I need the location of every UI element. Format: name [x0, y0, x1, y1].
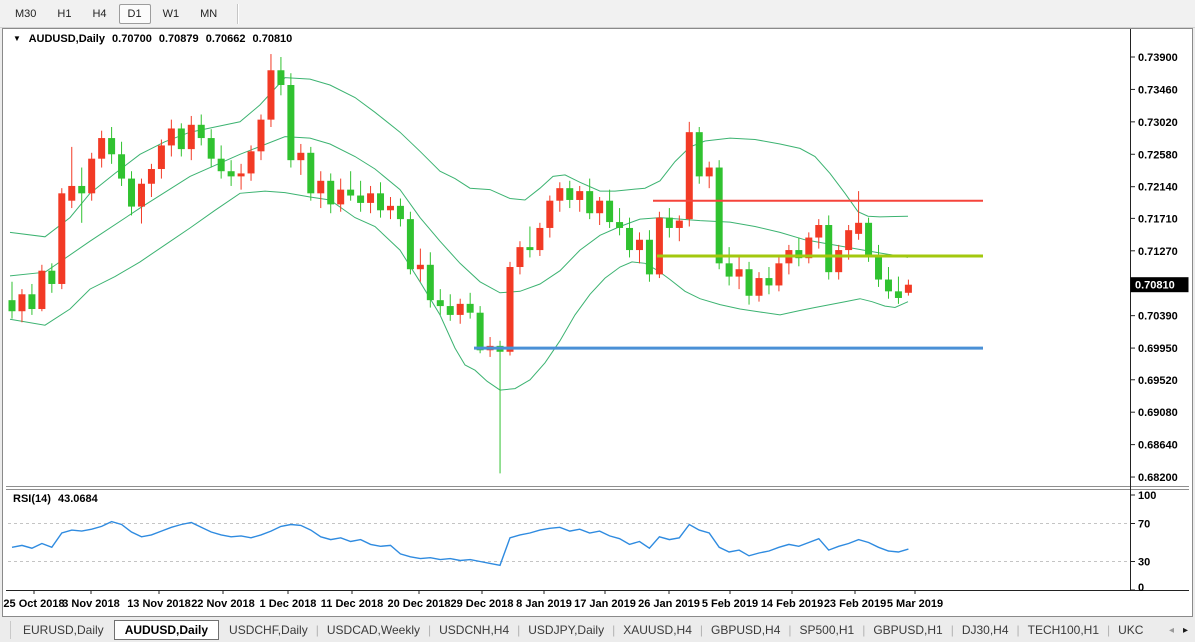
svg-text:0.71270: 0.71270: [1138, 246, 1178, 258]
svg-text:0.68200: 0.68200: [1138, 472, 1178, 484]
svg-text:14 Feb 2019: 14 Feb 2019: [761, 598, 823, 610]
bar-close-value: 0.70810: [253, 33, 293, 45]
svg-text:0.72140: 0.72140: [1138, 182, 1178, 194]
chart-canvas[interactable]: 0.73900 0.73460 0.73020 0.72580 0.72140 0.717…: [0, 0, 1195, 642]
svg-text:0.73900: 0.73900: [1138, 52, 1178, 64]
svg-text:0.73020: 0.73020: [1138, 117, 1178, 129]
rsi-current-value: 43.0684: [58, 493, 98, 505]
svg-text:23 Feb 2019: 23 Feb 2019: [824, 598, 886, 610]
svg-text:1 Dec 2018: 1 Dec 2018: [260, 598, 317, 610]
tab-usdcnh-h4[interactable]: USDCNH,H4: [431, 621, 517, 639]
tab-gbpusd-h4[interactable]: GBPUSD,H4: [703, 621, 788, 639]
tab-usdjpy-daily[interactable]: USDJPY,Daily: [520, 621, 612, 639]
svg-text:13 Nov 2018: 13 Nov 2018: [127, 598, 191, 610]
svg-text:17 Jan 2019: 17 Jan 2019: [574, 598, 636, 610]
time-scale[interactable]: 25 Oct 20183 Nov 2018 13 Nov 201822 Nov 2…: [3, 590, 943, 610]
bar-high-value: 0.70879: [159, 33, 199, 45]
chart-title: ▼ AUDUSD,Daily 0.70700 0.70879 0.70662 0…: [13, 33, 296, 45]
chart-tabs: EURUSD,DailyAUDUSD,DailyUSDCHF,Daily|USD…: [0, 618, 1195, 642]
tabbar-gutter: [2, 621, 11, 639]
tab-usdchf-daily[interactable]: USDCHF,Daily: [221, 621, 316, 639]
tab-dj30-h4[interactable]: DJ30,H4: [954, 621, 1017, 639]
svg-text:0.73460: 0.73460: [1138, 84, 1178, 96]
tab-usdcad-weekly[interactable]: USDCAD,Weekly: [319, 621, 428, 639]
chart-collapse-icon[interactable]: ▼: [13, 34, 21, 43]
svg-text:0.69950: 0.69950: [1138, 343, 1178, 355]
svg-text:100: 100: [1138, 490, 1156, 502]
rsi-indicator-name: RSI(14): [13, 493, 51, 505]
timeframe-button-h4[interactable]: H4: [83, 4, 115, 24]
timeframe-button-h1[interactable]: H1: [48, 4, 80, 24]
tab-ukc[interactable]: UKC: [1110, 621, 1151, 639]
timeframe-toolbar: M30H1H4D1W1MN: [0, 0, 1195, 28]
svg-text:0.70810: 0.70810: [1135, 280, 1175, 292]
price-scale[interactable]: 0.73900 0.73460 0.73020 0.72580 0.72140 0.717…: [1130, 52, 1189, 484]
svg-text:70: 70: [1138, 519, 1150, 531]
bar-open-value: 0.70700: [112, 33, 152, 45]
svg-text:5 Mar 2019: 5 Mar 2019: [887, 598, 943, 610]
svg-text:11 Dec 2018: 11 Dec 2018: [321, 598, 383, 610]
svg-text:22 Nov 2018: 22 Nov 2018: [191, 598, 255, 610]
tab-tech100-h1[interactable]: TECH100,H1: [1020, 621, 1107, 639]
svg-text:0.69520: 0.69520: [1138, 375, 1178, 387]
timeframe-button-w1[interactable]: W1: [154, 4, 189, 24]
svg-text:20 Dec 2018: 20 Dec 2018: [388, 598, 451, 610]
timeframe-button-d1[interactable]: D1: [119, 4, 151, 24]
timeframe-button-mn[interactable]: MN: [191, 4, 226, 24]
rsi-scale[interactable]: 100 70 30 0: [1130, 490, 1156, 594]
bar-low-value: 0.70662: [206, 33, 246, 45]
svg-text:0.72580: 0.72580: [1138, 149, 1178, 161]
chart-symbol-label: AUDUSD,Daily: [29, 33, 105, 45]
svg-text:5 Feb 2019: 5 Feb 2019: [702, 598, 758, 610]
tab-sp500-h1[interactable]: SP500,H1: [792, 621, 863, 639]
tab-gbpusd-h1[interactable]: GBPUSD,H1: [865, 621, 950, 639]
rsi-level-lines: [8, 524, 1130, 562]
svg-text:0.71710: 0.71710: [1138, 213, 1178, 225]
svg-text:0.68640: 0.68640: [1138, 440, 1178, 452]
svg-text:8 Jan 2019: 8 Jan 2019: [516, 598, 572, 610]
tab-eurusd-daily[interactable]: EURUSD,Daily: [15, 621, 112, 639]
bollinger-bands: [10, 78, 908, 391]
tab-scroll-left-icon[interactable]: ◂: [1169, 625, 1174, 636]
toolbar-separator: [237, 4, 239, 24]
svg-text:0: 0: [1138, 582, 1144, 594]
mt4-window: M30H1H4D1W1MN 0.73900 0.73460 0.73020 0.725…: [0, 0, 1195, 642]
tab-scroll-right-icon[interactable]: ▸: [1183, 625, 1188, 636]
timeframe-button-m30[interactable]: M30: [6, 4, 45, 24]
svg-text:25 Oct 2018: 25 Oct 2018: [3, 598, 64, 610]
rsi-label: RSI(14) 43.0684: [13, 493, 102, 505]
rsi-line: [12, 522, 908, 566]
tab-xauusd-h4[interactable]: XAUUSD,H4: [615, 621, 700, 639]
svg-text:0.69080: 0.69080: [1138, 407, 1178, 419]
tab-audusd-daily[interactable]: AUDUSD,Daily: [114, 620, 219, 640]
svg-text:30: 30: [1138, 557, 1150, 569]
tab-scroll-nav: ◂ ▸: [1165, 618, 1192, 642]
svg-text:26 Jan 2019: 26 Jan 2019: [638, 598, 700, 610]
svg-text:3 Nov 2018: 3 Nov 2018: [62, 598, 119, 610]
svg-text:0.70390: 0.70390: [1138, 311, 1178, 323]
axis-frame: [6, 29, 1189, 591]
svg-text:29 Dec 2018: 29 Dec 2018: [451, 598, 514, 610]
